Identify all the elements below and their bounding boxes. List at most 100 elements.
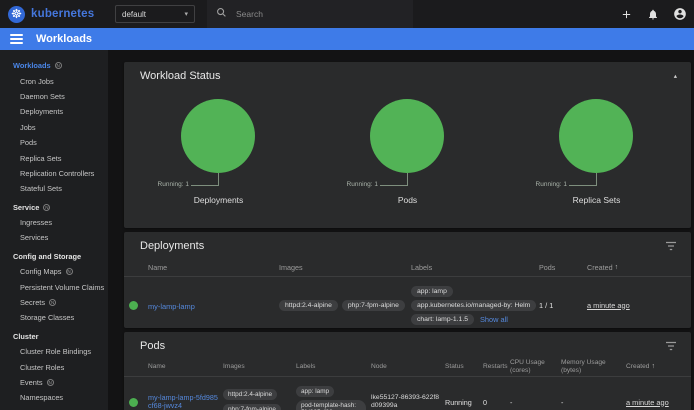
sort-ascending-icon: ↑ [651,363,655,371]
sidebar-item-network-policies[interactable]: Network Policies N [0,406,108,410]
callout-line [218,173,219,185]
column-header-name[interactable]: Name [148,363,223,371]
sidebar-item-events[interactable]: Events N [0,375,108,390]
callout-line [596,173,597,185]
search-icon [216,5,227,23]
sidebar-section-config-and-storage: Config and Storage [0,249,108,264]
sidebar-item-namespaces[interactable]: Namespaces [0,390,108,405]
account-user-button[interactable] [672,6,688,22]
column-header-memory[interactable]: Memory Usage (bytes) [561,359,626,374]
chart-title: Pods [313,195,502,205]
sidebar-item-persistent-volume-claims[interactable]: Persistent Volume Claims N [0,279,108,294]
sidebar-item-daemon-sets[interactable]: Daemon Sets [0,89,108,104]
status-ok-icon [129,301,138,310]
card-title: Pods [140,340,165,352]
sidebar-item-replica-sets[interactable]: Replica Sets [0,150,108,165]
created-value: a minute ago [626,398,691,407]
pods-ratio-value: 1 / 1 [539,301,587,310]
sidebar-item-storage-classes[interactable]: Storage Classes [0,310,108,325]
column-header-created[interactable]: Created ↑ [626,363,691,371]
namespaced-badge-icon: N [55,62,62,69]
column-header-node[interactable]: Node [371,363,445,371]
sidebar-item-label: Deployments [20,107,63,116]
label-chip: app: lamp [411,286,453,297]
sidebar-item-label: Replication Controllers [20,169,94,178]
sidebar-item-services[interactable]: Services [0,230,108,245]
collapse-chevron-up-icon[interactable] [674,72,677,80]
image-chip: httpd:2.4-alpine [223,389,277,400]
sidebar-nav: Workloads N Cron Jobs Daemon Sets Deploy… [0,50,108,410]
search-bar[interactable] [207,0,413,28]
image-chip: php:7-fpm-alpine [342,300,405,311]
column-header-labels[interactable]: Labels [411,263,539,272]
notifications-bell-button[interactable] [645,6,661,22]
label-chip: app.kubernetes.io/managed-by: Helm [411,300,536,311]
column-header-status[interactable]: Status [445,363,483,371]
workload-charts: Running: 1 Deployments Running: 1 Pods R… [124,99,691,211]
sidebar-item-pods[interactable]: Pods [0,135,108,150]
table-row: my-lamp-lamp httpd:2.4-alpine php:7-fpm-… [124,277,691,328]
column-header-images[interactable]: Images [279,263,411,272]
column-header-pods[interactable]: Pods [539,263,587,272]
sidebar-item-cluster-role-bindings[interactable]: Cluster Role Bindings [0,344,108,359]
sidebar-item-label: Cluster Roles [20,363,64,372]
sidebar-item-replication-controllers[interactable]: Replication Controllers [0,166,108,181]
created-value: a minute ago [587,301,691,310]
chart-title: Replica Sets [502,195,691,205]
top-bar: kubernetes default [0,0,694,28]
pod-name-link[interactable]: my-lamp-lamp-5fd985cf68-jwvz4 [148,394,220,410]
column-header-created[interactable]: Created ↑ [587,263,691,272]
workload-status-card: Workload Status Running: 1 Deployments R… [124,62,691,228]
sort-ascending-icon: ↑ [615,264,619,271]
sidebar-item-jobs[interactable]: Jobs [0,120,108,135]
node-value: lke55127-86393-622f8d09399a [371,394,441,410]
column-header-cpu[interactable]: CPU Usage (cores) [510,359,561,374]
chevron-down-icon [184,10,188,18]
column-header-images[interactable]: Images [223,363,296,371]
cpu-usage-value: - [510,398,561,407]
card-title: Deployments [140,240,204,252]
memory-usage-value: - [561,398,626,407]
column-header-restarts[interactable]: Restarts [483,363,510,371]
create-plus-button[interactable] [618,6,634,22]
label-chip: app: lamp [296,386,334,397]
deployments-pie-chart: Running: 1 Deployments [124,99,313,211]
callout-line [191,185,219,186]
sidebar-item-stateful-sets[interactable]: Stateful Sets [0,181,108,196]
sidebar-item-ingresses[interactable]: Ingresses [0,215,108,230]
pods-card: Pods Name Images Labels Node Status Rest… [124,332,691,410]
main-content: Workload Status Running: 1 Deployments R… [108,50,694,410]
callout-line [380,185,408,186]
menu-hamburger-icon[interactable] [10,34,23,44]
deployment-name-link[interactable]: my-lamp-lamp [148,302,195,311]
sidebar-item-label: Workloads [13,61,51,70]
sidebar-item-secrets[interactable]: Secrets N [0,295,108,310]
running-count-label: Running: 1 [347,181,378,188]
show-all-link[interactable]: Show all [480,315,508,324]
sidebar-item-label: Services [20,233,48,242]
sidebar-item-config-maps[interactable]: Config Maps N [0,264,108,279]
search-input[interactable] [236,9,396,19]
sidebar-item-cluster-roles[interactable]: Cluster Roles [0,359,108,374]
sidebar-item-cron-jobs[interactable]: Cron Jobs [0,73,108,88]
filter-icon[interactable] [665,341,677,351]
filter-icon[interactable] [665,241,677,251]
sidebar-item-label: Namespaces [20,393,63,402]
sidebar-item-workloads[interactable]: Workloads N [0,58,108,73]
sidebar-item-deployments[interactable]: Deployments [0,104,108,119]
sidebar-section-label: Cluster [13,332,38,341]
sidebar-item-label: Pods [20,138,37,147]
column-header-labels[interactable]: Labels [296,363,371,371]
image-chip: httpd:2.4-alpine [279,300,338,311]
sidebar-item-label: Stateful Sets [20,184,62,193]
namespaced-badge-icon: N [43,204,50,211]
pods-pie-chart: Running: 1 Pods [313,99,502,211]
namespace-selector[interactable]: default [115,5,195,23]
running-count-label: Running: 1 [158,181,189,188]
sidebar-section-service: Service N [0,200,108,215]
column-header-name[interactable]: Name [148,263,279,272]
sidebar-item-label: Cron Jobs [20,77,54,86]
app-bar: Workloads [0,28,694,50]
brand-title[interactable]: kubernetes [31,8,94,20]
sidebar-item-label: Ingresses [20,218,52,227]
